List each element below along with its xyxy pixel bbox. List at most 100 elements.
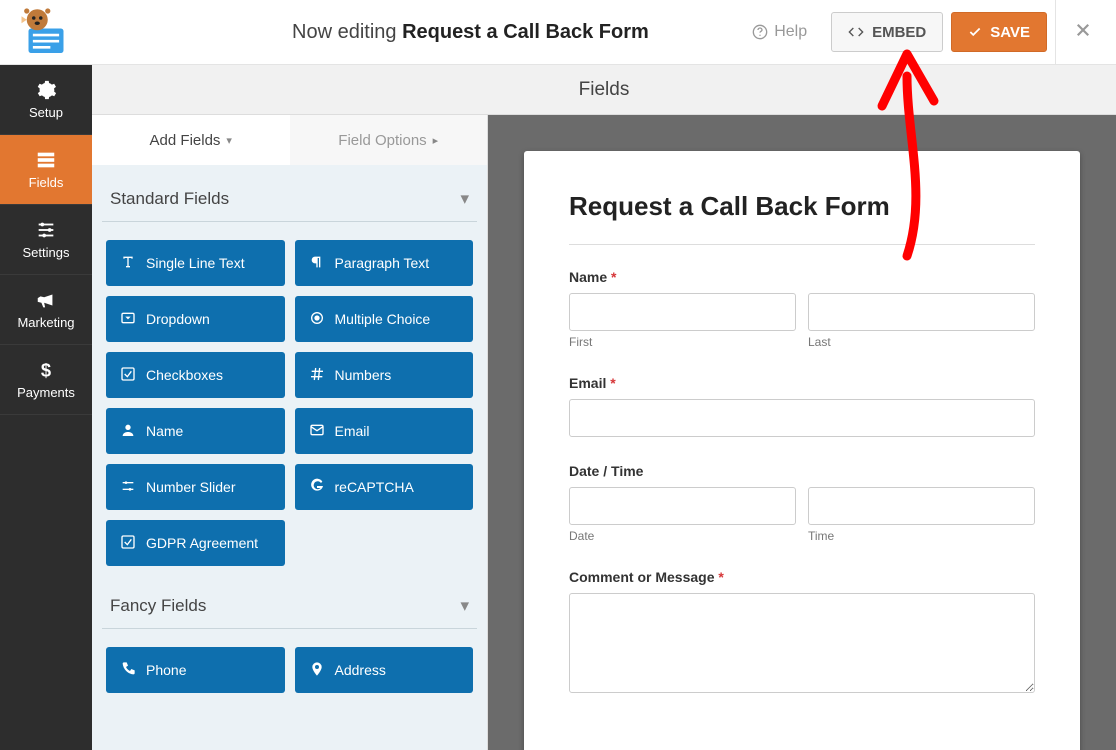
chevron-down-icon: ▾: [460, 596, 469, 616]
form-preview-area: Request a Call Back Form Name *FirstLast…: [488, 115, 1116, 750]
field-standard-multiple-choice[interactable]: Multiple Choice: [295, 296, 474, 342]
field-standard-single-line-text[interactable]: Single Line Text: [106, 240, 285, 286]
embed-button[interactable]: EMBED: [831, 12, 943, 52]
radio-icon: [309, 310, 325, 329]
google-icon: [309, 478, 325, 497]
save-label: SAVE: [990, 24, 1030, 41]
field-fancy-address[interactable]: Address: [295, 647, 474, 693]
pin-icon: [309, 661, 325, 680]
tab-add-fields-label: Add Fields: [150, 132, 221, 149]
help-label: Help: [774, 23, 807, 41]
section-fancy-title: Fancy Fields: [110, 596, 206, 616]
close-icon: [1074, 21, 1092, 39]
side-panel: Add Fields ▾ Field Options ▸ Standard Fi…: [92, 115, 488, 750]
dropdown-icon: [120, 310, 136, 329]
left-nav: Setup Fields Settings Marketing $ Paymen…: [0, 65, 92, 750]
text-icon: [120, 254, 136, 273]
nav-marketing-label: Marketing: [17, 315, 74, 330]
field-btn-label: GDPR Agreement: [146, 535, 258, 551]
required-asterisk: *: [718, 569, 723, 585]
help-link[interactable]: Help: [752, 23, 807, 41]
field-standard-number-slider[interactable]: Number Slider: [106, 464, 285, 510]
section-fancy-header[interactable]: Fancy Fields ▾: [102, 572, 477, 629]
field-standard-paragraph-text[interactable]: Paragraph Text: [295, 240, 474, 286]
panel-body[interactable]: Standard Fields ▾ Single Line Text Paragr…: [92, 165, 487, 750]
field-btn-label: Paragraph Text: [335, 255, 430, 271]
form-title: Request a Call Back Form: [569, 191, 1035, 245]
section-standard-title: Standard Fields: [110, 189, 229, 209]
nav-settings-label: Settings: [23, 245, 70, 260]
field-standard-name[interactable]: Name: [106, 408, 285, 454]
embed-label: EMBED: [872, 24, 926, 41]
sliders-icon: [35, 219, 57, 241]
section-standard-header[interactable]: Standard Fields ▾: [102, 165, 477, 222]
dollar-icon: $: [35, 359, 57, 381]
field-standard-email[interactable]: Email: [295, 408, 474, 454]
standard-fields-grid: Single Line Text Paragraph Text DropdownMu…: [102, 222, 477, 572]
mail-icon: [309, 422, 325, 441]
field-standard-numbers[interactable]: Numbers: [295, 352, 474, 398]
check-icon: [120, 366, 136, 385]
input-date[interactable]: [569, 487, 796, 525]
form-field-comment-or-message[interactable]: Comment or Message *: [569, 569, 1035, 698]
form-field-email[interactable]: Email *: [569, 375, 1035, 437]
help-icon: [752, 24, 768, 40]
sublabel: Last: [808, 335, 1035, 349]
panel-tabs: Add Fields ▾ Field Options ▸: [92, 115, 487, 165]
fancy-fields-grid: Phone Address: [102, 629, 477, 699]
input-email[interactable]: [569, 399, 1035, 437]
field-label: Email *: [569, 375, 1035, 391]
check-icon: [968, 25, 982, 39]
save-button[interactable]: SAVE: [951, 12, 1047, 52]
field-standard-checkboxes[interactable]: Checkboxes: [106, 352, 285, 398]
textarea-comment-or-message[interactable]: [569, 593, 1035, 693]
form-field-date-time[interactable]: Date / TimeDateTime: [569, 463, 1035, 543]
wpforms-logo-icon: [18, 7, 74, 57]
field-fancy-phone[interactable]: Phone: [106, 647, 285, 693]
subheader-title: Fields: [579, 79, 630, 101]
nav-marketing[interactable]: Marketing: [0, 275, 92, 345]
user-icon: [120, 422, 136, 441]
field-btn-label: Numbers: [335, 367, 392, 383]
nav-setup-label: Setup: [29, 105, 63, 120]
form-icon: [35, 149, 57, 171]
nav-fields[interactable]: Fields: [0, 135, 92, 205]
input-first[interactable]: [569, 293, 796, 331]
editing-prefix: Now editing: [292, 21, 402, 43]
paragraph-icon: [309, 254, 325, 273]
nav-payments-label: Payments: [17, 385, 75, 400]
field-btn-label: reCAPTCHA: [335, 479, 414, 495]
sublabel: Date: [569, 529, 796, 543]
input-time[interactable]: [808, 487, 1035, 525]
input-last[interactable]: [808, 293, 1035, 331]
svg-text:$: $: [41, 359, 51, 380]
bullhorn-icon: [35, 289, 57, 311]
tab-field-options-label: Field Options: [338, 132, 426, 149]
field-label: Name *: [569, 269, 1035, 285]
tab-field-options[interactable]: Field Options ▸: [290, 115, 488, 165]
form-card[interactable]: Request a Call Back Form Name *FirstLast…: [524, 151, 1080, 750]
app-logo: [0, 0, 92, 65]
gear-icon: [35, 79, 57, 101]
sliders-icon: [120, 478, 136, 497]
nav-setup[interactable]: Setup: [0, 65, 92, 135]
required-asterisk: *: [611, 269, 616, 285]
top-bar: Now editing Request a Call Back Form Hel…: [0, 0, 1116, 65]
form-field-name[interactable]: Name *FirstLast: [569, 269, 1035, 349]
phone-icon: [120, 661, 136, 680]
nav-payments[interactable]: $ Payments: [0, 345, 92, 415]
nav-settings[interactable]: Settings: [0, 205, 92, 275]
field-standard-dropdown[interactable]: Dropdown: [106, 296, 285, 342]
field-label: Comment or Message *: [569, 569, 1035, 585]
chevron-right-icon: ▸: [433, 134, 439, 147]
chevron-down-icon: ▾: [226, 134, 232, 147]
close-button[interactable]: [1066, 19, 1100, 45]
field-standard-gdpr-agreement[interactable]: GDPR Agreement: [106, 520, 285, 566]
form-name[interactable]: Request a Call Back Form: [402, 21, 649, 43]
field-btn-label: Single Line Text: [146, 255, 245, 271]
field-btn-label: Phone: [146, 662, 186, 678]
required-asterisk: *: [610, 375, 615, 391]
field-standard-recaptcha[interactable]: reCAPTCHA: [295, 464, 474, 510]
divider: [1055, 0, 1056, 65]
tab-add-fields[interactable]: Add Fields ▾: [92, 115, 290, 165]
